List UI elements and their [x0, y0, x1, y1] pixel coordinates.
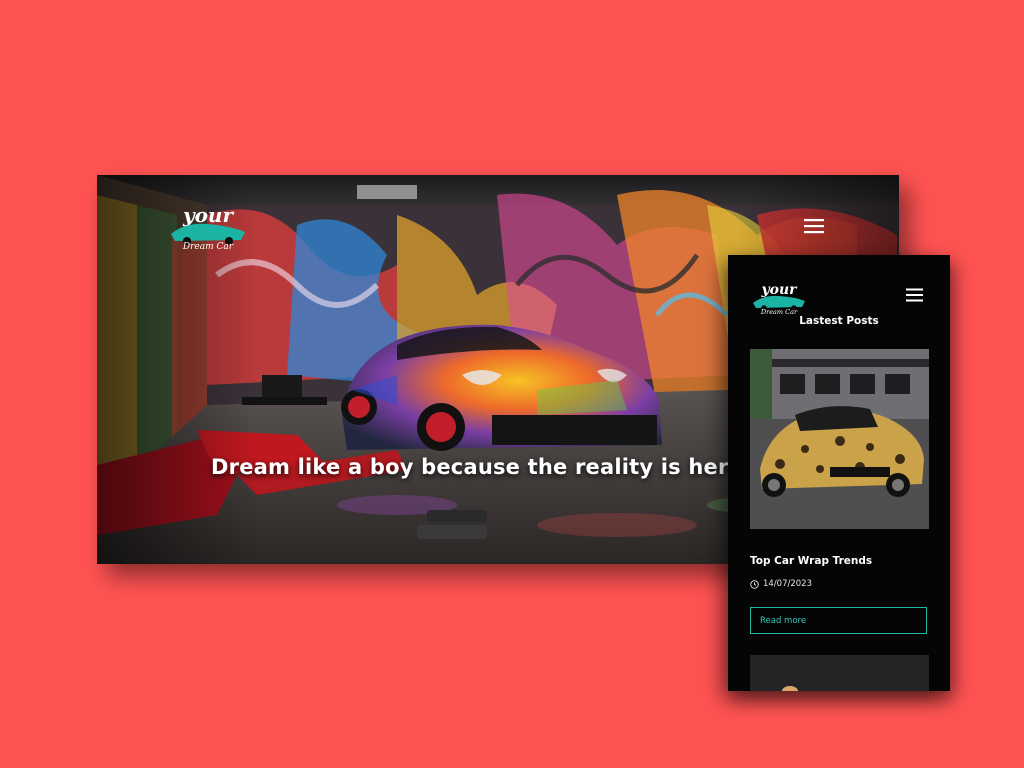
logo-text-bottom: Dream Car: [760, 308, 798, 315]
latest-posts-heading: Lastest Posts: [799, 315, 879, 327]
brand-logo[interactable]: your Dream Car: [750, 279, 808, 315]
read-more-button[interactable]: Read more: [750, 607, 927, 634]
mobile-posts-screen: your Dream Car Lastest Posts Top Car Wra…: [728, 255, 950, 691]
hamburger-menu-icon[interactable]: [804, 218, 824, 234]
next-post-thumbnail[interactable]: [750, 655, 929, 691]
next-post-thumbnail-image: [750, 655, 929, 691]
post-date-text: 14/07/2023: [763, 579, 812, 589]
logo-text-top: your: [760, 282, 798, 298]
post-title[interactable]: Top Car Wrap Trends: [750, 555, 872, 567]
post-thumbnail-image: [750, 349, 929, 529]
clock-icon: [750, 579, 759, 589]
brand-logo[interactable]: your Dream Car: [167, 200, 249, 252]
logo-text-bottom: Dream Car: [182, 242, 234, 252]
post-date: 14/07/2023: [750, 579, 812, 589]
logo-text-top: your: [182, 203, 235, 227]
post-thumbnail[interactable]: [750, 349, 929, 529]
hamburger-menu-icon[interactable]: [906, 288, 923, 302]
